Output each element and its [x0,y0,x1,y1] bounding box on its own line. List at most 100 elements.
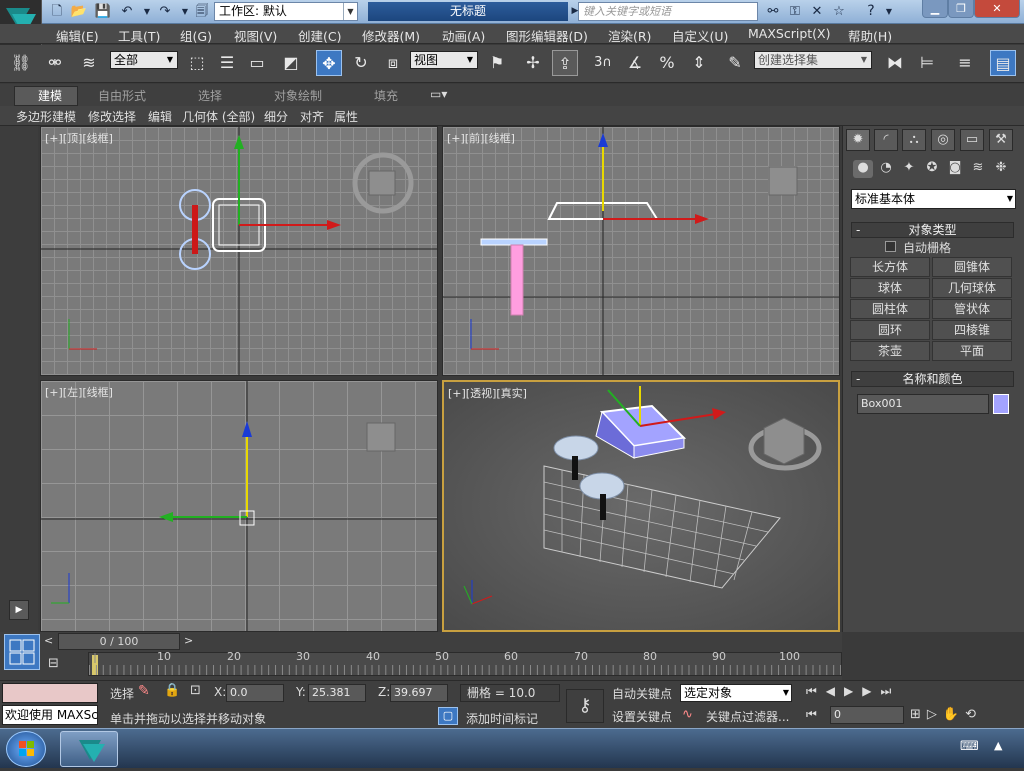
menu-rendering[interactable]: 渲染(R) [608,26,651,45]
layer-manager-icon[interactable]: ≡ [952,50,978,76]
key-filter-select[interactable]: 选定对象 ▼ [680,684,792,702]
subtab-poly-modeling[interactable]: 多边形建模 [16,108,76,125]
object-color-swatch[interactable] [993,394,1009,414]
systems-icon[interactable]: ❉ [991,160,1011,178]
current-frame-input[interactable]: 0 [830,706,904,724]
menu-customize[interactable]: 自定义(U) [672,26,728,45]
create-pyramid-button[interactable]: 四棱锥 [932,320,1012,340]
playback-controls[interactable]: ⏮◀▶▶⏭ [806,684,1022,702]
subtab-edit[interactable]: 编辑 [148,108,172,125]
menu-edit[interactable]: 编辑(E) [56,26,99,45]
display-tab-icon[interactable]: ▭ [960,129,984,151]
create-cylinder-button[interactable]: 圆柱体 [850,299,930,319]
viewport-nav-controls[interactable]: ⊞▷✋⟲ [910,707,1022,725]
geometry-icon[interactable]: ● [853,160,873,178]
keyboard-tray-icon[interactable]: ⌨ [960,739,979,754]
open-file-icon[interactable]: 📂 [70,3,88,20]
viewport-layout-icon[interactable] [4,634,40,670]
redo-icon[interactable]: ↷ [156,3,174,20]
binoculars-icon[interactable]: ⚯ [764,3,782,20]
snap-toggle-icon[interactable]: 3∩ [590,50,616,76]
utilities-tab-icon[interactable]: ⚒ [989,129,1013,151]
cameras-icon[interactable]: ✪ [922,160,942,178]
undo-icon[interactable]: ↶ [118,3,136,20]
menu-group[interactable]: 组(G) [180,26,212,45]
menu-views[interactable]: 视图(V) [234,26,277,45]
select-rotate-icon[interactable]: ↻ [348,50,374,76]
close-button[interactable]: ✕ [974,0,1020,18]
create-tube-button[interactable]: 管状体 [932,299,1012,319]
subtab-properties[interactable]: 属性 [334,108,358,125]
select-object-icon[interactable]: ⬚ [184,50,210,76]
track-bar[interactable]: 10 20 30 40 50 60 70 80 90 100 [88,650,843,676]
add-time-tag[interactable]: 添加时间标记 [466,710,538,727]
key-filters-icon[interactable]: ∿ [682,707,693,722]
angle-snap-icon[interactable]: ∡ [622,50,648,76]
new-file-icon[interactable]: 🗋 [48,3,66,20]
rollout-name-color[interactable]: - 名称和颜色 [851,371,1014,387]
subtab-modify-selection[interactable]: 修改选择 [88,108,136,125]
autogrid-checkbox[interactable] [885,241,896,252]
create-box-button[interactable]: 长方体 [850,257,930,277]
create-geosphere-button[interactable]: 几何球体 [932,278,1012,298]
set-key-icon[interactable]: ⚷ [566,689,604,723]
timeslider-prev-icon[interactable]: < [44,634,58,650]
undo-dropdown-icon[interactable]: ▼ [138,3,156,20]
key-filters-button[interactable]: 关键点过滤器... [706,708,789,725]
spacewarps-icon[interactable]: ≋ [968,160,988,178]
pivot-center-icon[interactable]: ⚑ [484,50,510,76]
project-folder-icon[interactable]: 🗐 [193,3,211,20]
tab-modeling[interactable]: 建模 [38,87,62,104]
shapes-icon[interactable]: ◔ [876,160,896,178]
help-icon[interactable]: ? [862,3,880,20]
helpers-icon[interactable]: ◙ [945,160,965,178]
select-move-icon[interactable]: ✥ [316,50,342,76]
window-crossing-icon[interactable]: ◩ [278,50,304,76]
z-coordinate-input[interactable]: 39.697 [390,684,448,702]
link-icon[interactable]: ⛓ [8,50,34,76]
maximize-button[interactable]: ❐ [948,0,974,18]
object-name-input[interactable]: Box001 [857,394,989,414]
rect-selection-icon[interactable]: ▭ [244,50,270,76]
auto-key-button[interactable]: 自动关键点 [612,685,672,702]
scene-explorer-icon[interactable]: ▤ [990,50,1016,76]
percent-snap-icon[interactable]: % [654,50,680,76]
minimize-button[interactable]: ▁ [922,0,948,18]
viewport-perspective[interactable]: [+][透视][真实] [442,380,840,632]
menu-tools[interactable]: 工具(T) [118,26,160,45]
expand-ribbon-icon[interactable]: ▶ [9,600,29,620]
create-torus-button[interactable]: 圆环 [850,320,930,340]
tab-populate[interactable]: 填充 [374,87,398,104]
hierarchy-tab-icon[interactable]: ⛬ [902,129,926,151]
viewport-left[interactable]: [+][左][线框] [40,380,438,632]
tab-freeform[interactable]: 自由形式 [98,87,146,104]
redo-dropdown-icon[interactable]: ▼ [176,3,194,20]
search-input[interactable]: 键入关键字或短语 [578,2,758,21]
lights-icon[interactable]: ✦ [899,160,919,178]
menu-create[interactable]: 创建(C) [298,26,341,45]
tab-selection[interactable]: 选择 [198,87,222,104]
named-selection-set-select[interactable]: 创建选择集 ▼ [754,51,872,69]
subtab-align[interactable]: 对齐 [300,108,324,125]
category-select[interactable]: 标准基本体 ▼ [851,189,1016,209]
ribbon-options-icon[interactable]: ▭▾ [430,87,447,101]
select-scale-icon[interactable]: ⧈ [380,50,406,76]
tray-expand-icon[interactable]: ▲ [994,739,1002,752]
edit-named-selection-icon[interactable]: ✎ [722,50,748,76]
bind-spacewarp-icon[interactable]: ≋ [76,50,102,76]
selection-filter-select[interactable]: 全部 ▼ [110,51,178,69]
menu-graph-editors[interactable]: 图形编辑器(D) [506,26,588,45]
viewport-top[interactable]: [+][顶][线框] [40,126,438,376]
absolute-mode-icon[interactable]: ⊡ [190,683,201,698]
y-coordinate-input[interactable]: 25.381 [308,684,366,702]
menu-modifiers[interactable]: 修改器(M) [362,26,420,45]
spinner-snap-icon[interactable]: ⇕ [686,50,712,76]
subtab-subdivision[interactable]: 细分 [264,108,288,125]
subtab-geometry[interactable]: 几何体 (全部) [182,108,255,125]
create-tab-icon[interactable]: ✹ [846,129,870,151]
start-button[interactable] [6,731,46,767]
create-plane-button[interactable]: 平面 [932,341,1012,361]
rollout-object-type[interactable]: - 对象类型 [851,222,1014,238]
welcome-field[interactable]: 欢迎使用 MAXSc [2,705,98,725]
help-dropdown-icon[interactable]: ▼ [880,3,898,20]
